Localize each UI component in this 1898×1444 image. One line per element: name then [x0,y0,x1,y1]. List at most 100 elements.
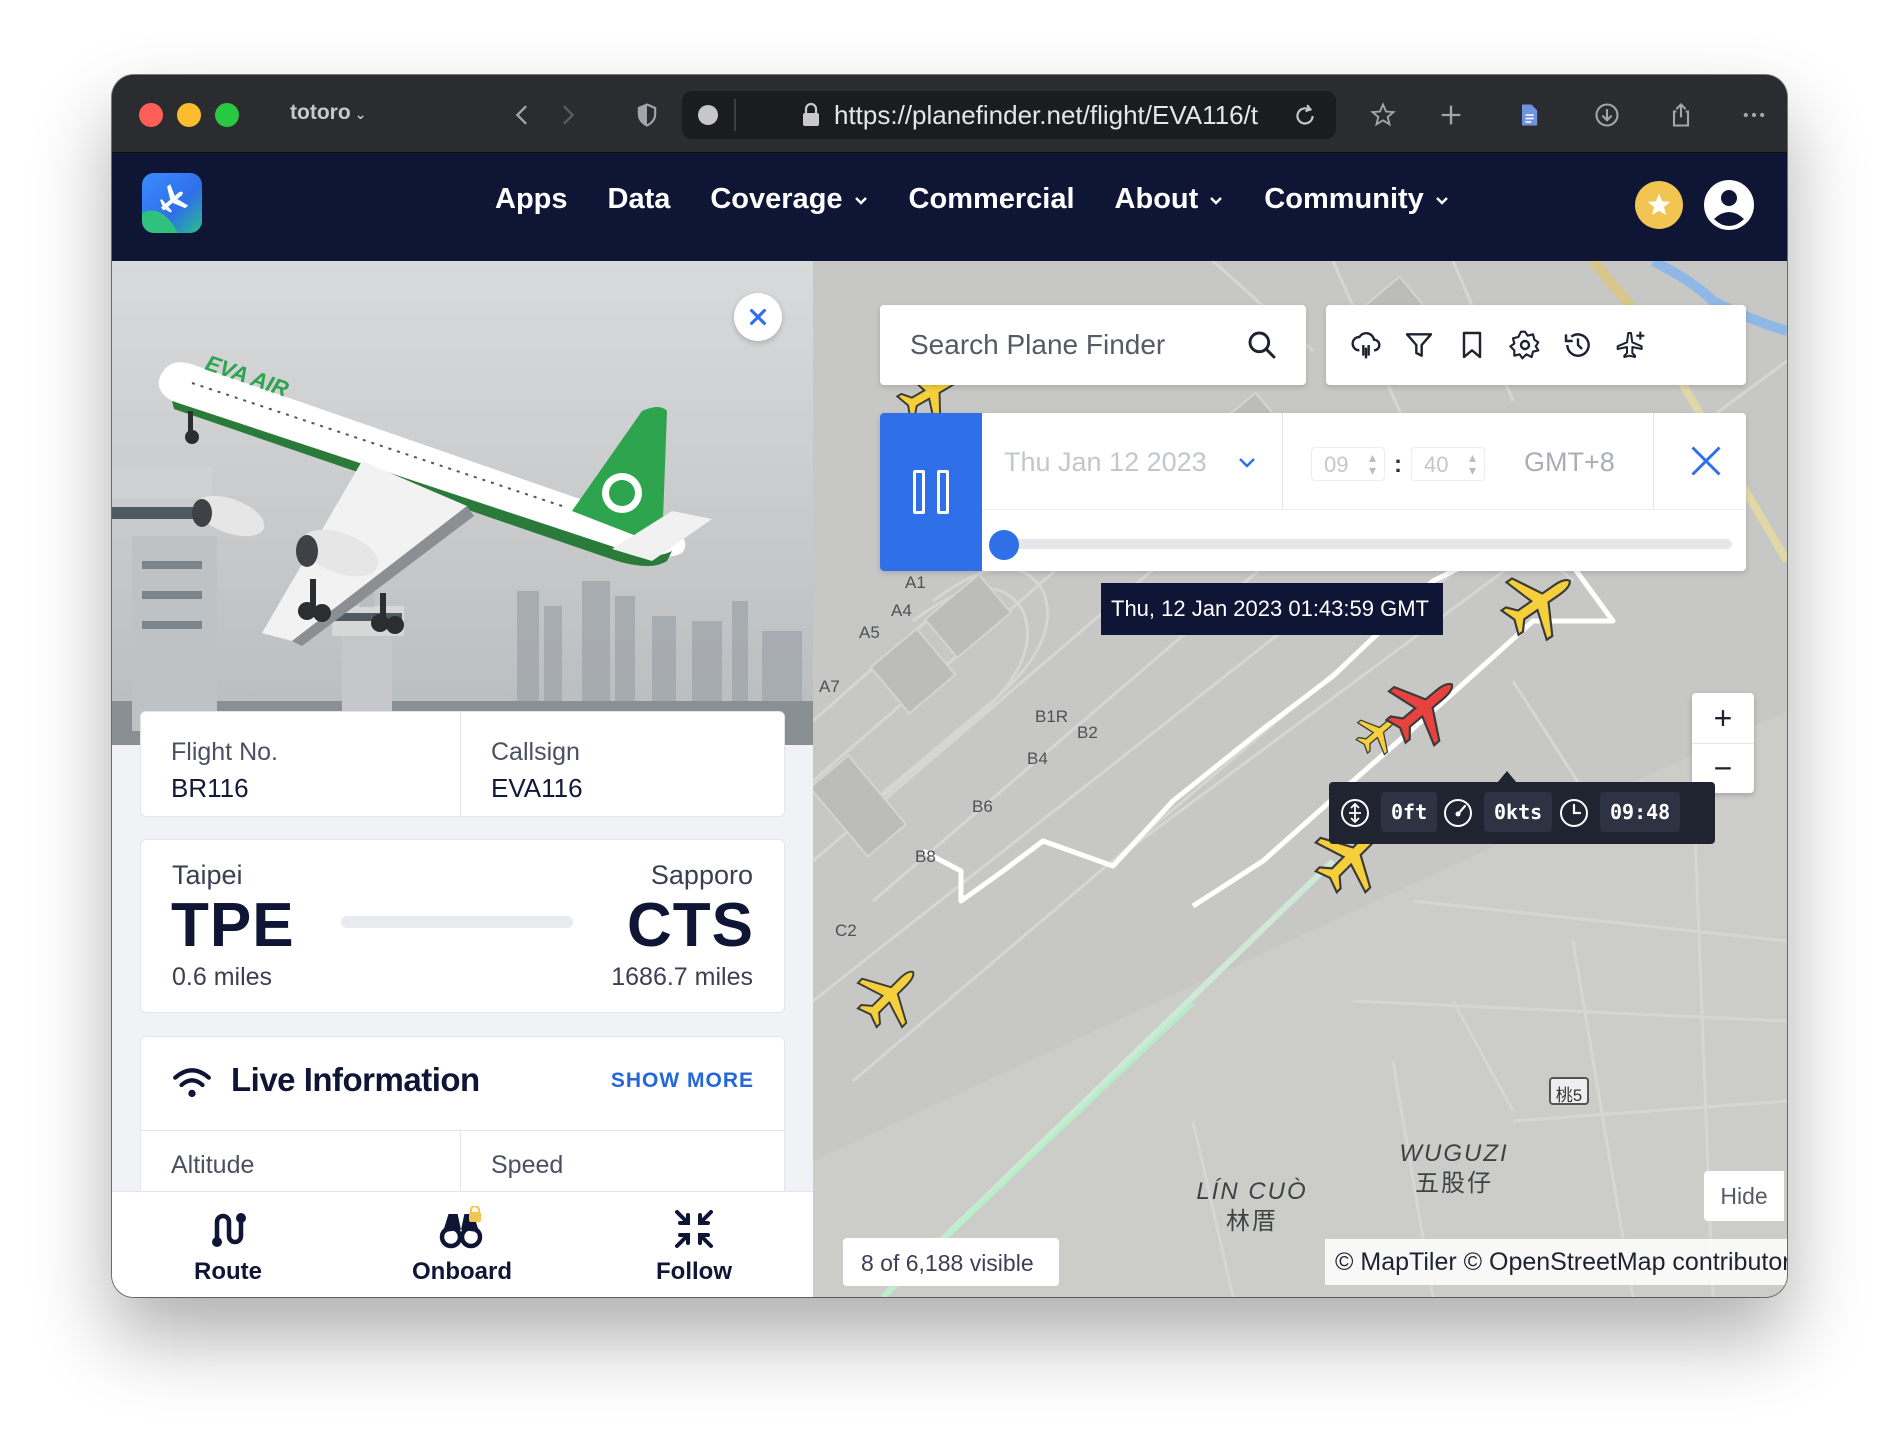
url-text: https://planefinder.net/flight/EVA116/t [834,100,1258,130]
search-icon[interactable] [1246,329,1278,361]
playback-slider[interactable] [998,539,1732,549]
map-attribution[interactable]: © MapTiler © OpenStreetMap contributors [1325,1239,1787,1285]
route-icon [212,1213,246,1247]
add-aircraft-icon[interactable] [1615,329,1647,361]
destination-city: Sapporo [650,860,753,890]
close-window-button[interactable] [139,103,163,127]
divider [1282,413,1283,509]
altitude-label: Altitude [171,1151,255,1179]
ellipsis-icon [1743,112,1765,118]
destination-distance: 1686.7 miles [611,963,753,991]
share-button[interactable] [1661,95,1701,135]
close-icon[interactable] [1688,443,1724,479]
address-bar[interactable]: https://planefinder.net/flight/EVA116/t [682,91,1336,139]
map-label: B4 [1027,749,1048,768]
playback-slider-handle[interactable] [989,530,1019,560]
callsign-value: EVA116 [491,773,583,803]
nav-community[interactable]: Community [1264,183,1450,216]
shield-button[interactable] [627,95,667,135]
bookmark-star-button[interactable] [1363,95,1403,135]
follow-button-label: Follow [656,1258,732,1285]
history-icon[interactable] [1562,329,1594,361]
flight-number-cell: Flight No. BR116 [141,712,461,816]
map-tools [1326,305,1746,385]
map-label: B1R [1035,707,1069,726]
route-progress-bar [341,916,573,928]
nav-data[interactable]: Data [608,183,671,216]
speed-label: Speed [491,1151,564,1179]
profile-menu[interactable]: totoro ⌄ [290,101,366,125]
flight-map[interactable]: A1 A4 A5 A7 B1R B2 B4 B6 B8 C2 桃5 WUGUZI… [813,261,1787,1297]
map-label: A1 [905,573,926,592]
callsign-cell: Callsign EVA116 [461,712,786,816]
close-panel-button[interactable] [734,293,782,341]
download-icon [1595,103,1619,127]
nav-commercial-label: Commercial [908,183,1075,215]
aircraft-photo: EVA AIR [112,261,813,745]
bookmark-icon[interactable] [1456,329,1488,361]
place-name-latin: WUGUZI [1399,1140,1509,1167]
callsign-label: Callsign [491,738,580,766]
place-label-lincuo: LÍN CUÒ 林厝 [1187,1177,1317,1237]
place-name-chinese: 林厝 [1226,1208,1278,1235]
nav-apps[interactable]: Apps [495,183,568,216]
map-label: A7 [819,677,840,696]
aircraft-telemetry: 0ft 0kts 09:48 [1329,782,1715,844]
weather-icon[interactable] [1350,329,1382,361]
place-name-chinese: 五股仔 [1415,1170,1493,1197]
settings-icon[interactable] [1509,329,1541,361]
onboard-button[interactable]: Onboard [382,1206,542,1286]
planefinder-logo[interactable] [142,173,202,233]
forward-button[interactable] [548,95,588,135]
show-more-link[interactable]: SHOW MORE [611,1069,754,1093]
plane-logo-icon [142,184,189,233]
close-icon [750,309,766,325]
nav-data-label: Data [607,183,671,215]
star-icon [1647,193,1671,215]
live-info-title: Live Information [231,1061,480,1098]
new-tab-button[interactable] [1431,95,1471,135]
chevron-left-icon [515,105,527,125]
zoom-control: + − [1692,693,1754,793]
search-input[interactable] [910,325,1230,365]
pause-bar-right [937,470,949,514]
minimize-window-button[interactable] [177,103,201,127]
nav-about-label: About [1114,183,1199,215]
playback-time-tooltip: Thu, 12 Jan 2023 01:43:59 GMT [1101,583,1443,635]
premium-button[interactable] [1635,181,1683,229]
divider [734,99,736,131]
back-button[interactable] [502,95,542,135]
zoom-in-button[interactable]: + [1692,693,1754,743]
origin-city: Taipei [172,860,243,890]
pause-button[interactable] [880,413,982,571]
pause-bar-left [913,470,925,514]
speed-gauge-icon [1444,799,1472,827]
downloads-button[interactable] [1587,95,1627,135]
flight-detail-panel: EVA AIR Flight No. BR116 Callsign EVA116… [112,261,813,1297]
nav-coverage[interactable]: Coverage [710,183,868,216]
nav-about[interactable]: About [1115,183,1225,216]
reload-icon[interactable] [1292,103,1318,129]
nav-commercial[interactable]: Commercial [909,183,1075,216]
binoculars-lock-icon [439,1206,483,1249]
timezone-label: GMT+8 [1524,447,1615,477]
profile-name: totoro [290,101,351,124]
notes-button[interactable] [1509,95,1549,135]
more-button[interactable] [1734,95,1774,135]
zoom-window-button[interactable] [215,103,239,127]
minute-stepper[interactable]: 40 ▴ ▾ [1411,447,1485,481]
route-button[interactable]: Route [148,1206,308,1286]
follow-button[interactable]: Follow [614,1206,774,1286]
map-label: A4 [891,601,912,620]
chevron-right-icon [563,105,575,125]
filter-icon[interactable] [1403,329,1435,361]
map-label: B8 [915,847,936,866]
aircraft-photo-illustration: EVA AIR [112,261,813,745]
route-button-label: Route [194,1258,262,1285]
account-icon[interactable] [1703,179,1755,231]
hide-button[interactable]: Hide [1704,1171,1784,1221]
hour-stepper[interactable]: 09 ▴ ▾ [1311,447,1385,481]
chevron-down-icon[interactable] [1236,451,1258,473]
minute-value: 40 [1424,452,1449,477]
playback-date[interactable]: Thu Jan 12 2023 [1004,447,1207,478]
